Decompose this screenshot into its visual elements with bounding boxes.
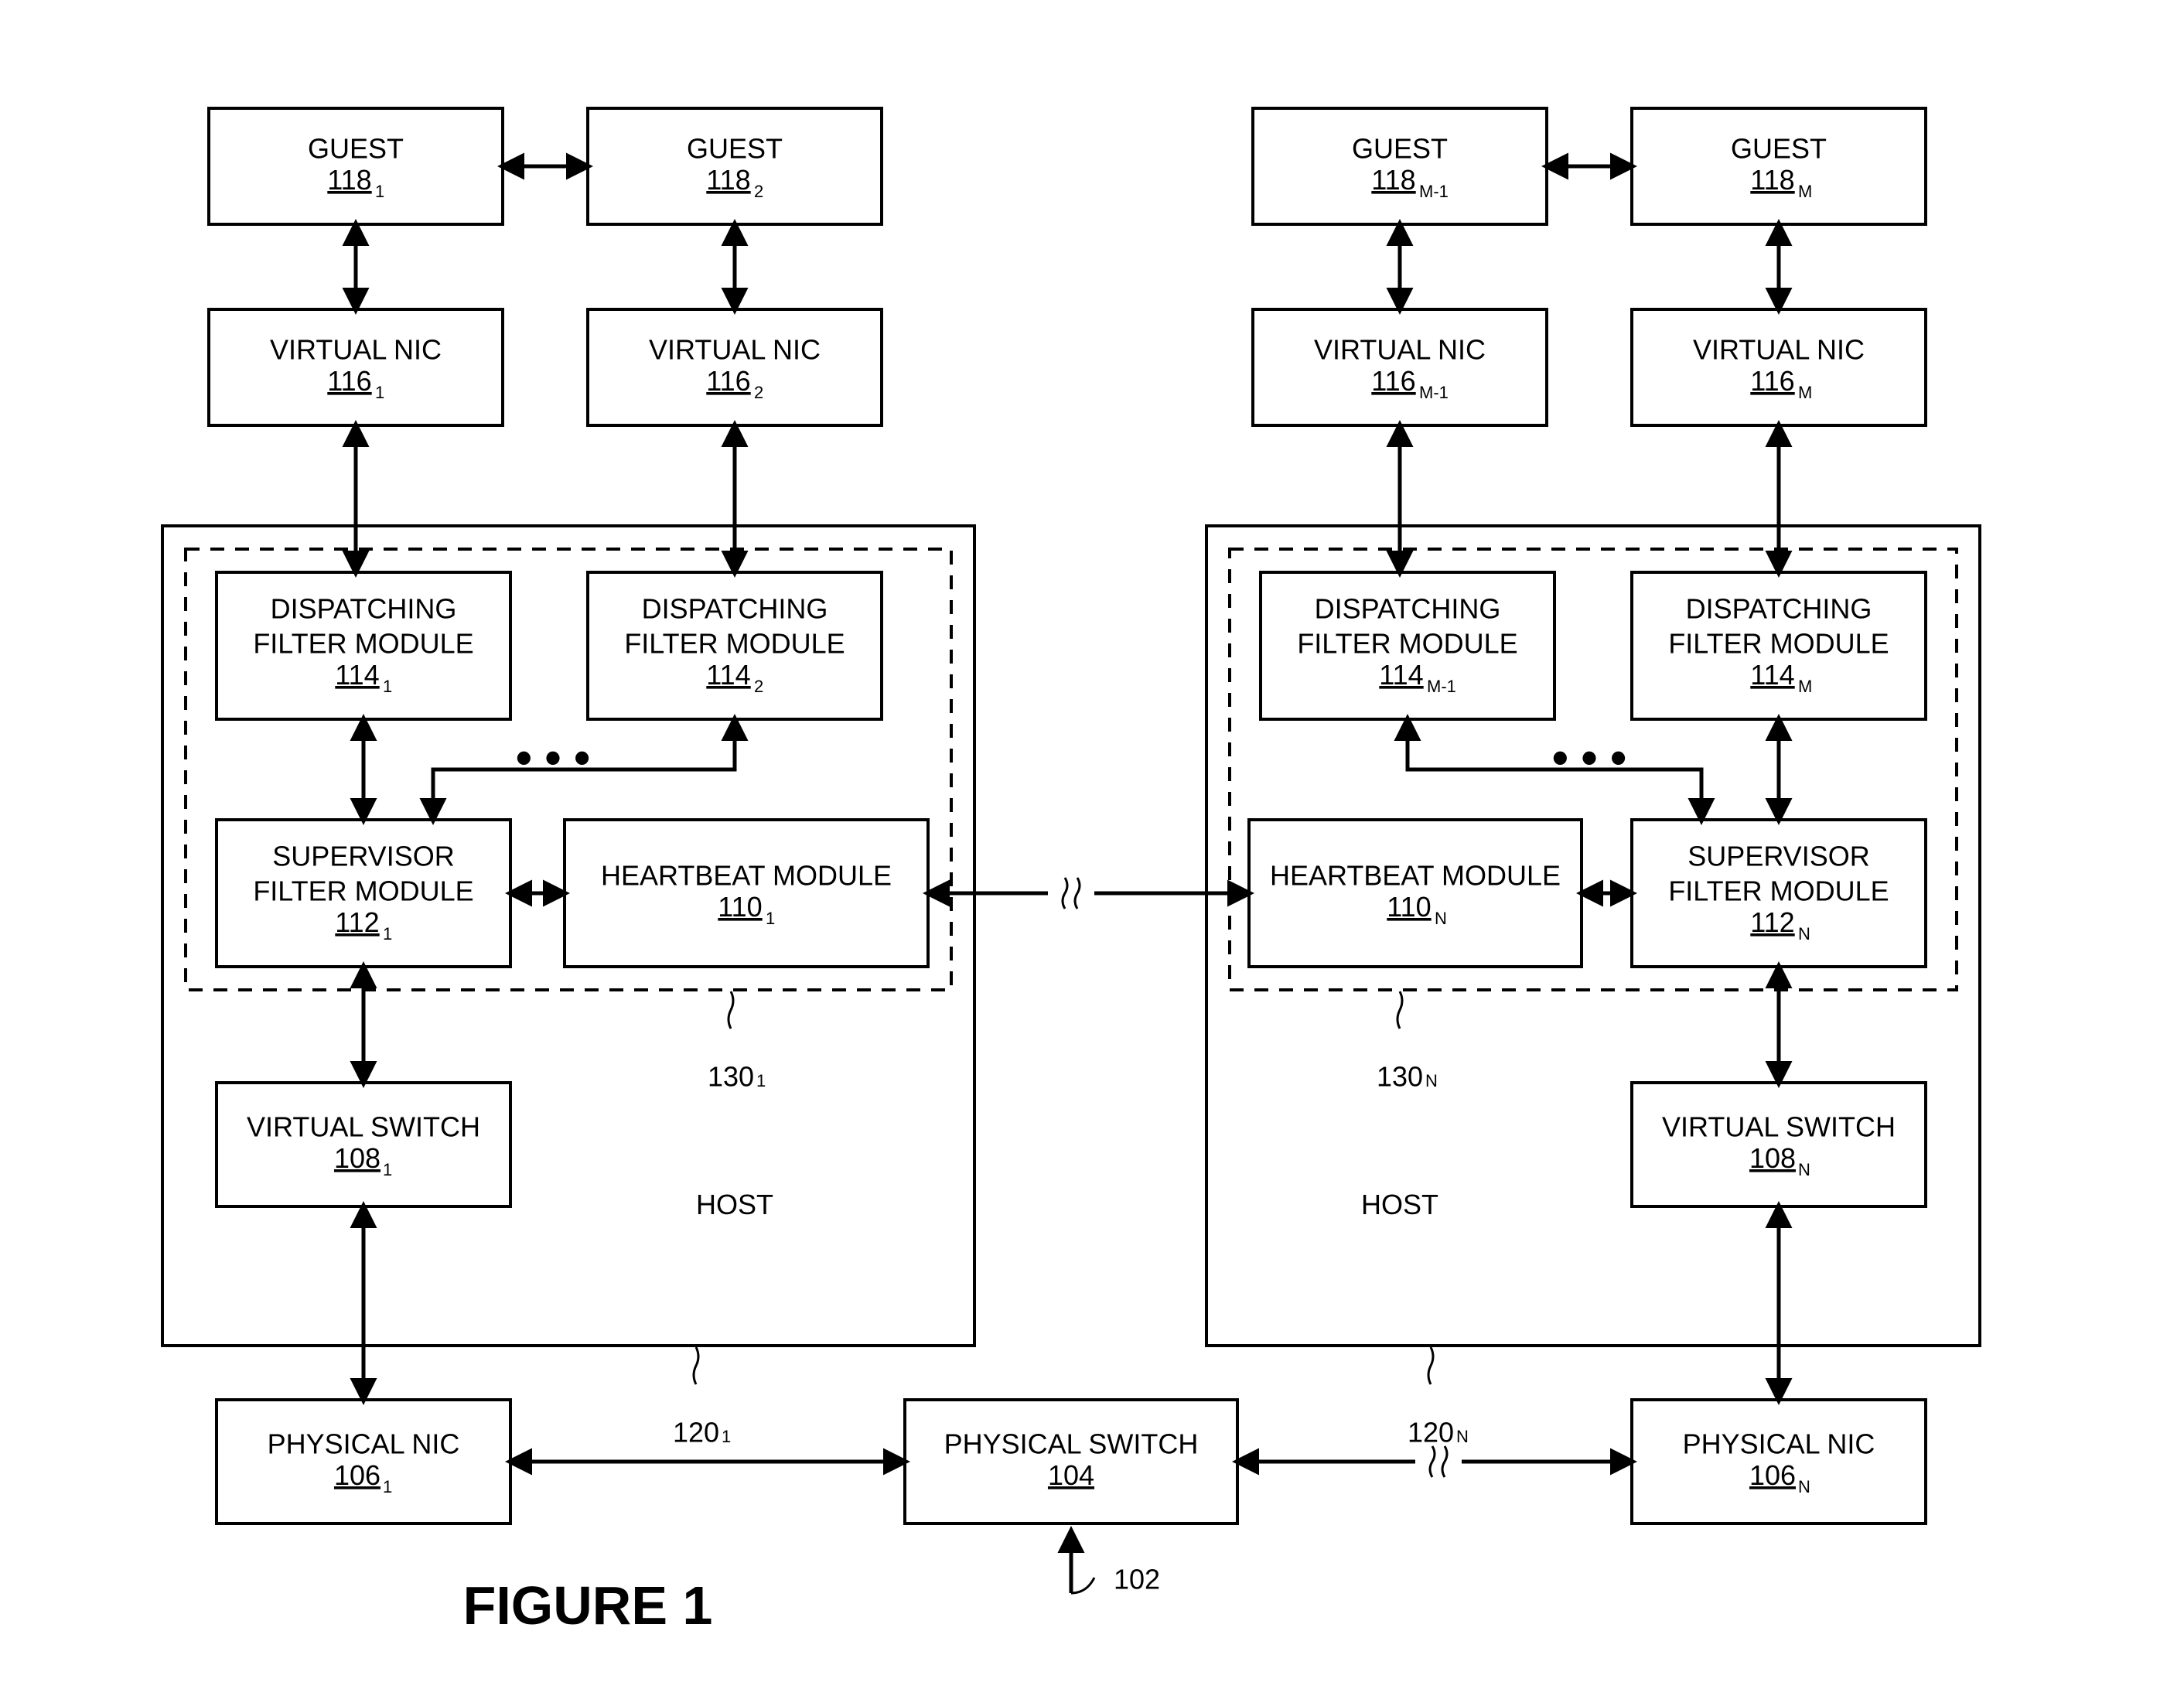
guest-m1-label: GUEST — [1352, 133, 1448, 165]
pnic-n-label: PHYSICAL NIC — [1683, 1428, 1875, 1460]
guest-2-sub: 2 — [754, 182, 763, 201]
leader-120-1 — [694, 1347, 698, 1384]
hbm-n-sub: N — [1435, 909, 1447, 928]
guest-2-label: GUEST — [687, 133, 783, 165]
guest-2-ref: 118 — [706, 164, 750, 196]
ellipsis-left: • • • — [516, 732, 590, 783]
host-ref-1: 120 — [673, 1417, 719, 1448]
vnic-m-label: VIRTUAL NIC — [1693, 334, 1865, 366]
dashed-ref-n: 130 — [1377, 1061, 1423, 1093]
vnic-1-sub: 1 — [375, 383, 384, 402]
guest-1-ref: 118 — [327, 164, 371, 196]
dfm-2-sub: 2 — [754, 677, 763, 696]
hbm-n-label: HEARTBEAT MODULE — [1270, 860, 1561, 892]
hbm-1-ref: 110 — [718, 891, 762, 923]
dashed-ref-1-sub: 1 — [756, 1071, 766, 1090]
host-label-right: HOST — [1361, 1189, 1438, 1220]
guest-1-sub: 1 — [375, 182, 384, 201]
hbm-1-sub: 1 — [766, 909, 775, 928]
host-ref-n: 120 — [1408, 1417, 1454, 1448]
dfm-m1-sub: M-1 — [1427, 677, 1456, 696]
sfm-1-l2: FILTER MODULE — [253, 875, 473, 907]
dfm-2-l2: FILTER MODULE — [624, 628, 845, 660]
hbm-n-ref: 110 — [1387, 891, 1431, 923]
diagram-root: GUEST 118 1 GUEST 118 2 VIRTUAL NIC 116 … — [0, 0, 2184, 1689]
sfm-n-l1: SUPERVISOR — [1687, 841, 1869, 872]
host-label-left: HOST — [696, 1189, 773, 1220]
vnic-1-ref: 116 — [327, 365, 371, 397]
vswitch-1-ref: 108 — [334, 1142, 380, 1174]
pnic-1-ref: 106 — [334, 1459, 380, 1491]
dfm-m1-l2: FILTER MODULE — [1297, 628, 1517, 660]
host-ref-1-sub: 1 — [722, 1427, 731, 1446]
guest-m-sub: M — [1798, 182, 1812, 201]
dfm-m1-l1: DISPATCHING — [1315, 593, 1501, 625]
guest-m-label: GUEST — [1731, 133, 1827, 165]
dfm-m-sub: M — [1798, 677, 1812, 696]
vnic-m-sub: M — [1798, 383, 1812, 402]
physical-switch-label: PHYSICAL SWITCH — [944, 1428, 1199, 1460]
dfm-2-l1: DISPATCHING — [642, 593, 828, 625]
break-switch-pnicn — [1430, 1446, 1447, 1477]
hook-102 — [1071, 1578, 1094, 1593]
break-hbm — [1063, 878, 1080, 909]
sfm-n-sub: N — [1798, 924, 1810, 943]
guest-m-ref: 118 — [1750, 164, 1794, 196]
vnic-m1-sub: M-1 — [1419, 383, 1449, 402]
vswitch-n-label: VIRTUAL SWITCH — [1662, 1111, 1896, 1143]
sfm-n-ref: 112 — [1750, 906, 1794, 938]
sfm-1-l1: SUPERVISOR — [272, 841, 454, 872]
dfm-1-ref: 114 — [335, 659, 379, 691]
dashed-ref-1: 130 — [708, 1061, 754, 1093]
guest-1-label: GUEST — [308, 133, 404, 165]
system-ref: 102 — [1114, 1564, 1160, 1595]
dfm-m-ref: 114 — [1750, 659, 1794, 691]
leader-120-n — [1428, 1347, 1433, 1384]
dashed-ref-n-sub: N — [1425, 1071, 1438, 1090]
guest-m1-ref: 118 — [1371, 164, 1415, 196]
pnic-1-sub: 1 — [383, 1477, 392, 1496]
vswitch-n-ref: 108 — [1749, 1142, 1796, 1174]
vnic-2-sub: 2 — [754, 383, 763, 402]
dfm-1-l1: DISPATCHING — [271, 593, 457, 625]
sfm-1-ref: 112 — [335, 906, 379, 938]
vnic-m1-ref: 116 — [1371, 365, 1415, 397]
vnic-1-label: VIRTUAL NIC — [270, 334, 442, 366]
dfm-1-sub: 1 — [383, 677, 392, 696]
ellipsis-right: • • • — [1552, 732, 1626, 783]
dfm-m1-ref: 114 — [1379, 659, 1423, 691]
physical-switch-ref: 104 — [1048, 1459, 1094, 1491]
dfm-m-l2: FILTER MODULE — [1668, 628, 1889, 660]
sfm-1-sub: 1 — [383, 924, 392, 943]
host-ref-n-sub: N — [1456, 1427, 1469, 1446]
dfm-1-l2: FILTER MODULE — [253, 628, 473, 660]
vnic-m-ref: 116 — [1750, 365, 1794, 397]
vswitch-n-sub: N — [1798, 1160, 1810, 1179]
sfm-n-l2: FILTER MODULE — [1668, 875, 1889, 907]
guest-m1-sub: M-1 — [1419, 182, 1449, 201]
pnic-1-label: PHYSICAL NIC — [268, 1428, 460, 1460]
dfm-2-ref: 114 — [706, 659, 750, 691]
hbm-1-label: HEARTBEAT MODULE — [601, 860, 892, 892]
dfm-m-l1: DISPATCHING — [1686, 593, 1872, 625]
vnic-2-label: VIRTUAL NIC — [649, 334, 821, 366]
vswitch-1-sub: 1 — [383, 1160, 392, 1179]
vswitch-1-label: VIRTUAL SWITCH — [247, 1111, 480, 1143]
vnic-m1-label: VIRTUAL NIC — [1314, 334, 1486, 366]
vnic-2-ref: 116 — [706, 365, 750, 397]
pnic-n-sub: N — [1798, 1477, 1810, 1496]
figure-title: FIGURE 1 — [463, 1575, 713, 1636]
pnic-n-ref: 106 — [1749, 1459, 1796, 1491]
